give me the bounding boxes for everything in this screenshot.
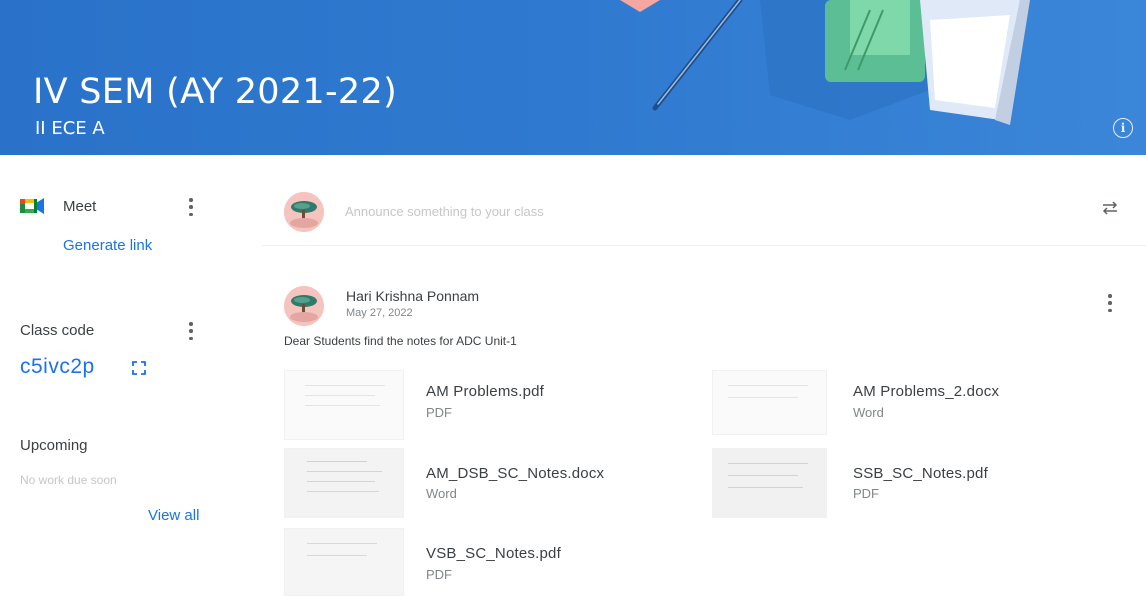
attachment-type: PDF [853,486,879,501]
divider [262,245,1146,246]
class-code-label: Class code [20,322,95,339]
attachment-type: Word [426,486,457,501]
attachment-type: Word [853,405,884,420]
class-code-more-options-icon[interactable] [186,320,196,342]
no-work-text: No work due soon [20,473,117,487]
meet-label: Meet [63,198,97,215]
attachment-name: VSB_SC_Notes.pdf [426,545,561,562]
attachment-name: SSB_SC_Notes.pdf [853,465,988,482]
attachment-thumbnail [284,448,404,518]
attachment-name: AM Problems_2.docx [853,383,1000,400]
announce-input[interactable]: Announce something to your class [345,204,544,219]
view-all-link[interactable]: View all [148,507,199,524]
attachment-thumbnail [712,448,827,518]
attachment-thumbnail [284,528,404,596]
post-more-options-icon[interactable] [1105,292,1115,314]
info-icon[interactable]: i [1113,118,1133,138]
generate-link-button[interactable]: Generate link [63,237,152,254]
attachment-thumbnail [284,370,404,440]
attachment-type: PDF [426,567,452,582]
attachment-thumbnail [712,370,827,435]
upcoming-label: Upcoming [20,437,88,454]
post-text: Dear Students find the notes for ADC Uni… [284,334,517,348]
meet-more-options-icon[interactable] [186,196,196,218]
class-section: II ECE A [35,118,105,139]
class-title: IV SEM (AY 2021-22) [33,72,398,112]
post-author-avatar [284,286,324,326]
fullscreen-icon[interactable] [132,361,146,375]
post-date: May 27, 2022 [346,307,413,319]
attachment-type: PDF [426,405,452,420]
google-meet-icon [20,198,44,214]
class-code-value: c5ivc2p [20,355,95,378]
class-banner: IV SEM (AY 2021-22) II ECE A i [0,0,1146,155]
banner-illustration [620,0,1030,125]
post-author: Hari Krishna Ponnam [346,288,480,304]
attachment-name: AM_DSB_SC_Notes.docx [426,465,605,482]
repost-icon[interactable] [1100,198,1120,218]
attachment-name: AM Problems.pdf [426,383,545,400]
avatar [284,192,324,232]
